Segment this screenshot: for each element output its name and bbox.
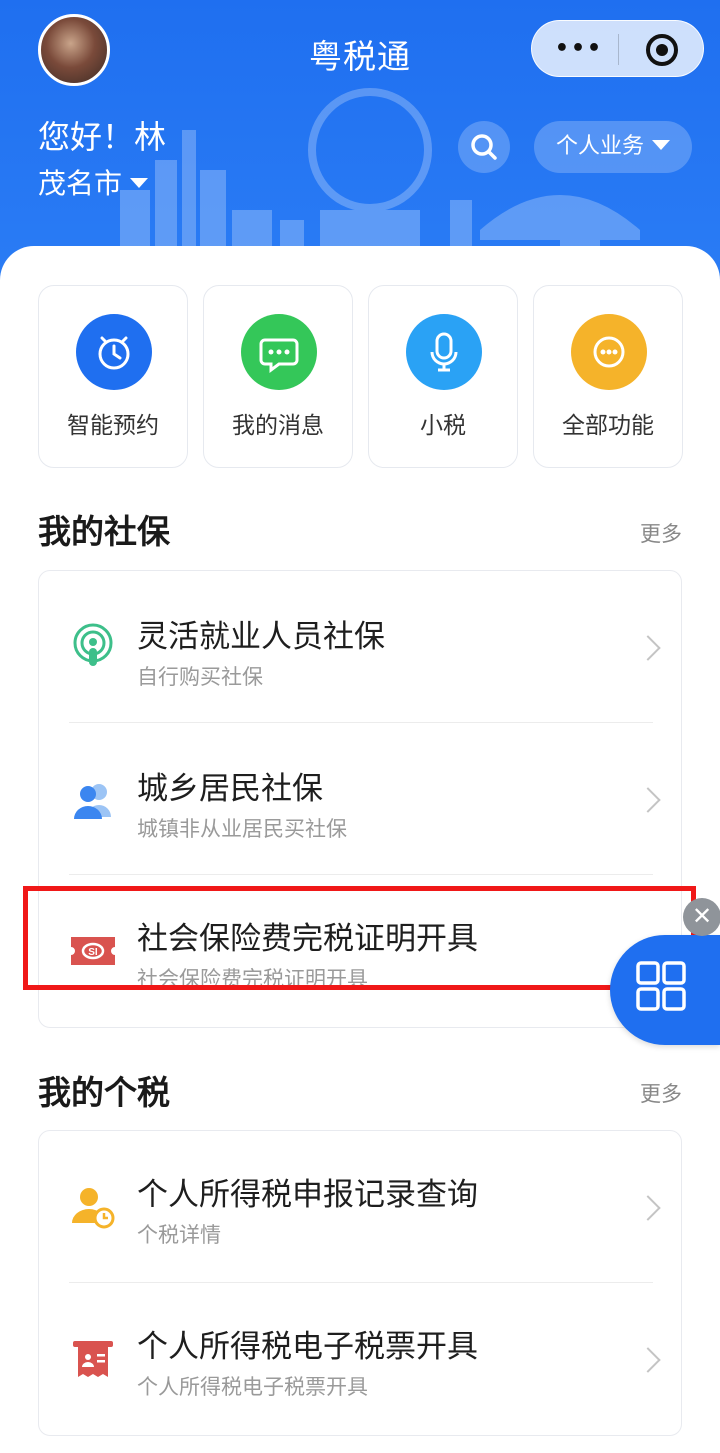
more-menu-icon[interactable]: ••• xyxy=(554,38,604,60)
microphone-icon xyxy=(406,314,482,390)
list-item-subtitle: 城镇非从业居民买社保 xyxy=(137,817,347,841)
chat-bubble-icon xyxy=(241,314,317,390)
quick-action-label: 小税 xyxy=(420,413,466,439)
city-label: 茂名市 xyxy=(38,167,123,200)
close-icon[interactable]: ✕ xyxy=(683,898,720,936)
quick-action-label: 全部功能 xyxy=(562,413,654,439)
grid-icon xyxy=(636,961,686,1011)
personal-business-label: 个人业务 xyxy=(556,134,645,159)
section-title-personal-tax: 我的个税 xyxy=(38,1073,170,1112)
chevron-right-icon xyxy=(635,1195,661,1221)
alarm-clock-icon xyxy=(76,314,152,390)
chevron-right-icon xyxy=(635,635,661,661)
personal-tax-more-link[interactable]: 更多 xyxy=(640,1078,682,1108)
users-icon xyxy=(74,784,111,819)
person-signal-icon xyxy=(73,623,113,666)
chevron-right-icon xyxy=(635,1347,661,1373)
capsule-divider xyxy=(618,34,619,65)
list-item-subtitle: 个税详情 xyxy=(137,1223,221,1247)
chevron-down-icon xyxy=(130,178,149,188)
list-item-title: 灵活就业人员社保 xyxy=(137,619,385,655)
personal-tax-card: 个人所得税申报记录查询 个税详情 个人所得税电子税票开具 个人所得税电子税票开具 xyxy=(38,1130,682,1436)
list-item-tax-declaration-records[interactable]: 个人所得税申报记录查询 个税详情 xyxy=(39,1131,683,1283)
personal-business-dropdown[interactable]: 个人业务 xyxy=(534,121,692,173)
list-item-electronic-tax-receipt[interactable]: 个人所得税电子税票开具 个人所得税电子税票开具 xyxy=(39,1283,683,1435)
city-selector[interactable]: 茂名市 xyxy=(38,162,149,202)
close-target-icon[interactable] xyxy=(646,34,678,66)
more-dots-icon xyxy=(571,314,647,390)
search-icon xyxy=(471,134,497,160)
receipt-icon xyxy=(73,1341,113,1377)
list-item-subtitle: 自行购买社保 xyxy=(137,665,263,689)
greeting-text: 您好！林 xyxy=(38,118,167,156)
quick-action-label: 智能预约 xyxy=(67,413,159,439)
quick-action-all-functions[interactable]: 全部功能 xyxy=(533,285,683,468)
quick-action-label: 我的消息 xyxy=(232,413,324,439)
chevron-down-icon xyxy=(652,140,671,150)
quick-action-assistant[interactable]: 小税 xyxy=(368,285,518,468)
section-title-social-insurance: 我的社保 xyxy=(38,512,170,551)
list-item-title: 城乡居民社保 xyxy=(137,771,323,807)
quick-action-appointment[interactable]: 智能预约 xyxy=(38,285,188,468)
list-item-title: 个人所得税申报记录查询 xyxy=(137,1177,478,1213)
quick-action-messages[interactable]: 我的消息 xyxy=(203,285,353,468)
list-item-title: 个人所得税电子税票开具 xyxy=(137,1329,478,1365)
mini-program-capsule: ••• xyxy=(531,20,704,77)
chevron-right-icon xyxy=(635,787,661,813)
list-item-subtitle: 个人所得税电子税票开具 xyxy=(137,1375,368,1399)
social-insurance-more-link[interactable]: 更多 xyxy=(640,518,682,548)
highlight-annotation-box xyxy=(23,886,696,990)
floating-menu-button[interactable] xyxy=(610,935,720,1045)
list-item-flexible-employment[interactable]: 灵活就业人员社保 自行购买社保 xyxy=(39,571,683,723)
search-button[interactable] xyxy=(458,121,510,173)
list-item-urban-rural-residents[interactable]: 城乡居民社保 城镇非从业居民买社保 xyxy=(39,723,683,875)
person-clock-icon xyxy=(72,1188,115,1229)
